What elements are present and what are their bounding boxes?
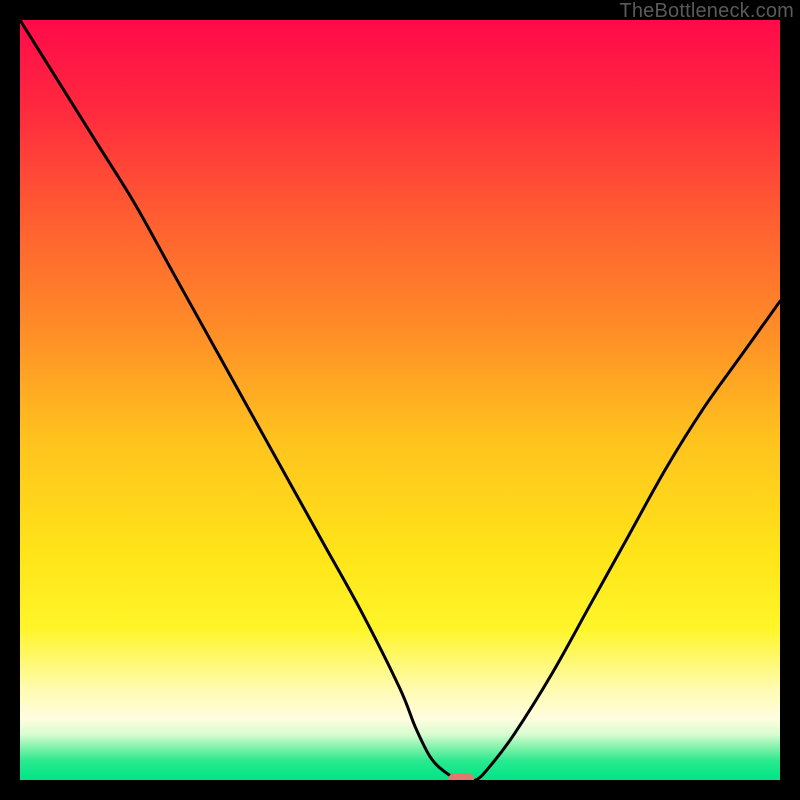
plot-area	[20, 20, 780, 780]
chart-stage: TheBottleneck.com	[0, 0, 800, 800]
optimal-point-marker	[448, 773, 474, 780]
bottleneck-curve	[20, 20, 780, 780]
